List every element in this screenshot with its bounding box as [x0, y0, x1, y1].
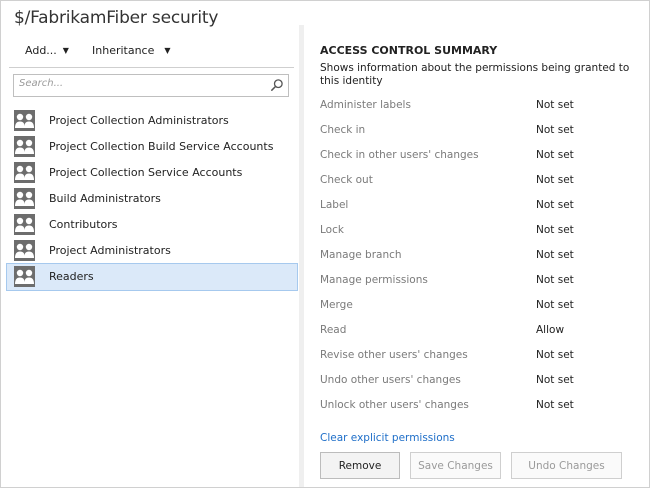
group-list-item[interactable]: Project Collection Administrators — [7, 108, 297, 134]
permission-value[interactable]: Not set — [536, 249, 574, 261]
permission-value[interactable]: Not set — [536, 224, 574, 236]
security-dialog: $/FabrikamFiber security Add... ▼ Inherit… — [0, 0, 650, 488]
permission-name: Check in other users' changes — [320, 149, 479, 161]
permission-row: Merge Not set — [320, 297, 640, 322]
group-icon — [14, 266, 35, 287]
permission-value[interactable]: Not set — [536, 274, 574, 286]
permission-row: Undo other users' changes Not set — [320, 372, 640, 397]
permission-value[interactable]: Not set — [536, 374, 574, 386]
permission-name: Lock — [320, 224, 344, 236]
group-label: Project Collection Administrators — [49, 114, 229, 127]
permission-value[interactable]: Not set — [536, 99, 574, 111]
group-list-item[interactable]: Readers — [6, 263, 298, 291]
permission-row: Revise other users' changes Not set — [320, 347, 640, 372]
group-label: Project Collection Build Service Account… — [49, 140, 274, 153]
permission-name: Revise other users' changes — [320, 349, 468, 361]
permission-row: Manage permissions Not set — [320, 272, 640, 297]
toolbar-divider — [9, 67, 294, 68]
group-list-item[interactable]: Contributors — [7, 212, 297, 238]
permission-value[interactable]: Not set — [536, 199, 574, 211]
group-list-item[interactable]: Project Administrators — [7, 238, 297, 264]
page-title: $/FabrikamFiber security — [14, 8, 219, 28]
group-icon — [14, 136, 35, 157]
permission-row: Manage branch Not set — [320, 247, 640, 272]
group-icon — [14, 188, 35, 209]
group-icon — [14, 240, 35, 261]
permission-name: Label — [320, 199, 349, 211]
permission-value[interactable]: Allow — [536, 324, 564, 336]
permission-name: Unlock other users' changes — [320, 399, 469, 411]
permission-name: Manage branch — [320, 249, 402, 261]
inheritance-button[interactable]: Inheritance ▼ — [92, 44, 171, 57]
permission-name: Merge — [320, 299, 353, 311]
group-label: Project Administrators — [49, 244, 171, 257]
chevron-down-icon: ▼ — [164, 46, 171, 55]
inheritance-button-label: Inheritance — [92, 44, 155, 57]
permission-row: Check out Not set — [320, 172, 640, 197]
group-icon — [14, 214, 35, 235]
permission-name: Check out — [320, 174, 373, 186]
group-label: Readers — [49, 270, 94, 283]
permission-row: Unlock other users' changes Not set — [320, 397, 640, 422]
search-box — [13, 74, 289, 97]
permission-value[interactable]: Not set — [536, 299, 574, 311]
save-changes-button[interactable]: Save Changes — [410, 452, 501, 479]
pane-splitter[interactable] — [299, 25, 304, 487]
group-label: Build Administrators — [49, 192, 161, 205]
search-icon[interactable] — [270, 78, 284, 92]
group-icon — [14, 162, 35, 183]
search-input[interactable] — [19, 78, 264, 89]
permission-name: Check in — [320, 124, 366, 136]
permission-value[interactable]: Not set — [536, 149, 574, 161]
add-button-label: Add... — [25, 44, 57, 57]
chevron-down-icon: ▼ — [62, 46, 69, 55]
permission-row: Administer labels Not set — [320, 97, 640, 122]
group-label: Contributors — [49, 218, 118, 231]
clear-explicit-permissions-link[interactable]: Clear explicit permissions — [320, 432, 455, 444]
permission-name: Undo other users' changes — [320, 374, 461, 386]
permission-name: Manage permissions — [320, 274, 428, 286]
group-list: Project Collection Administrators Project… — [6, 108, 298, 291]
permission-value[interactable]: Not set — [536, 399, 574, 411]
remove-button[interactable]: Remove — [320, 452, 400, 479]
group-label: Project Collection Service Accounts — [49, 166, 243, 179]
permission-value[interactable]: Not set — [536, 174, 574, 186]
group-list-item[interactable]: Build Administrators — [7, 186, 297, 212]
permission-row: Label Not set — [320, 197, 640, 222]
summary-heading: ACCESS CONTROL SUMMARY — [320, 44, 498, 57]
permission-row: Check in Not set — [320, 122, 640, 147]
group-list-item[interactable]: Project Collection Build Service Account… — [7, 134, 297, 160]
permission-row: Lock Not set — [320, 222, 640, 247]
undo-changes-button[interactable]: Undo Changes — [511, 452, 622, 479]
permission-row: Check in other users' changes Not set — [320, 147, 640, 172]
permission-value[interactable]: Not set — [536, 124, 574, 136]
group-icon — [14, 110, 35, 131]
permission-value[interactable]: Not set — [536, 349, 574, 361]
permission-name: Administer labels — [320, 99, 411, 111]
summary-description: Shows information about the permissions … — [320, 62, 630, 87]
add-button[interactable]: Add... ▼ — [25, 44, 69, 57]
group-list-item[interactable]: Project Collection Service Accounts — [7, 160, 297, 186]
permission-name: Read — [320, 324, 347, 336]
permission-row: Read Allow — [320, 322, 640, 347]
permission-list: Administer labels Not set Check in Not set C… — [320, 97, 640, 422]
